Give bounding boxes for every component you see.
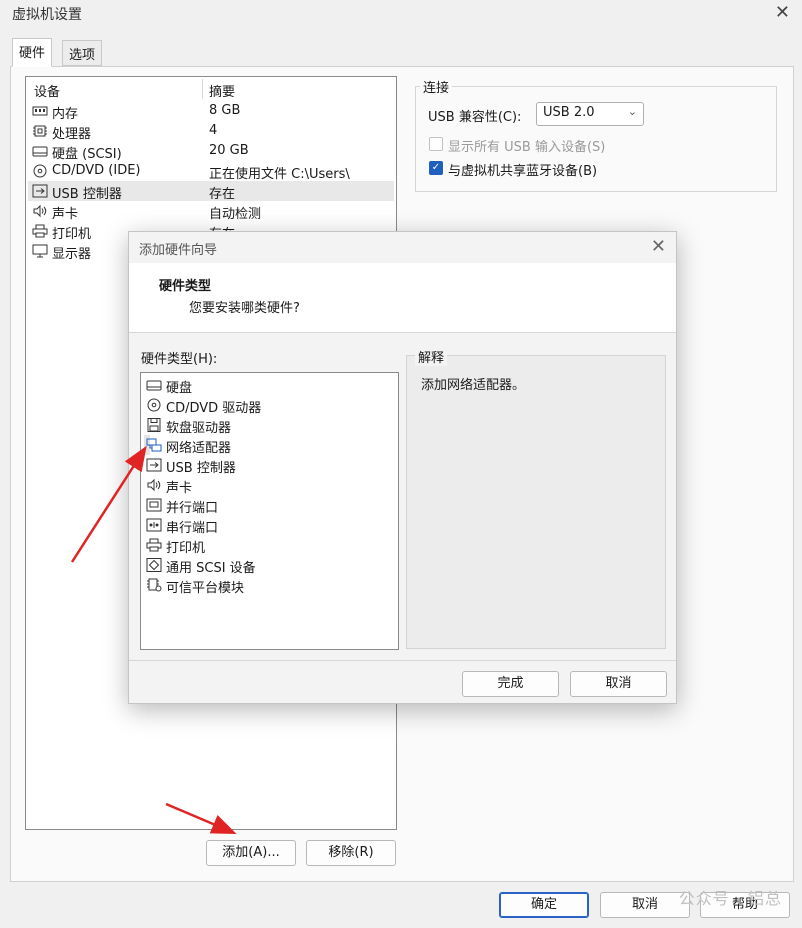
watermark: 公众号 · 铝总 (678, 889, 782, 908)
arrow-to-add-button (165, 802, 237, 834)
tab-hardware[interactable]: 硬件 (12, 38, 53, 67)
arrow-to-network-adapter (70, 445, 147, 563)
annotation-arrows (70, 445, 237, 834)
